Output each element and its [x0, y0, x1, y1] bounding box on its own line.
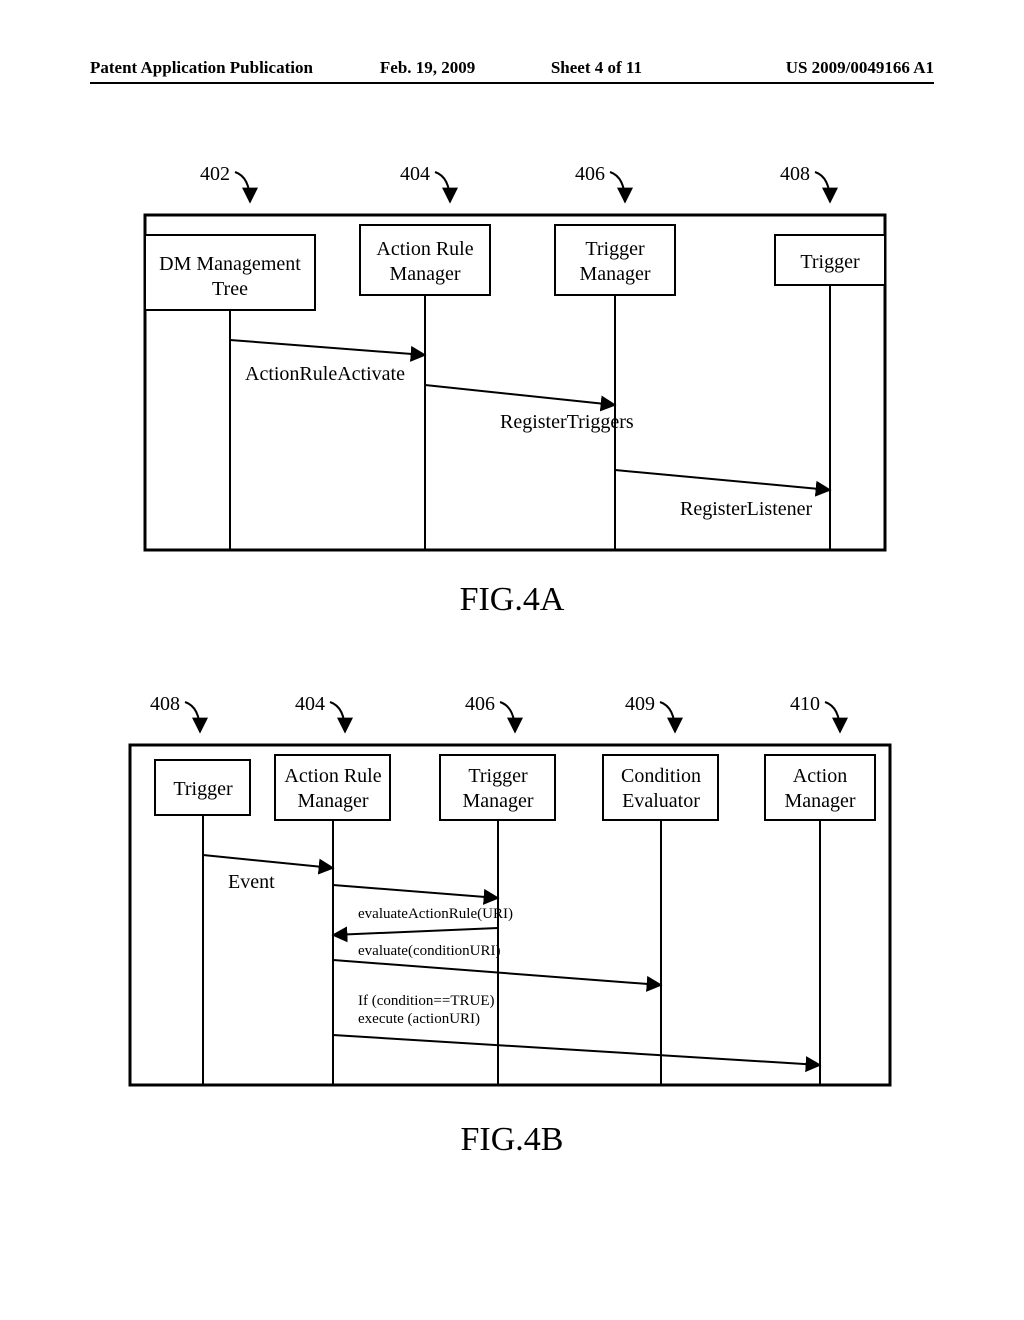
msg-actionruleactivate: ActionRuleActivate — [230, 340, 425, 385]
svg-text:Manager: Manager — [462, 790, 533, 812]
box-trigger-manager-a: Trigger Manager — [555, 225, 675, 295]
msg-registerlistener: RegisterListener — [615, 470, 830, 520]
msg-evaluateactionrule: evaluateActionRule(URI) — [333, 885, 513, 922]
ref-404: 404 — [400, 163, 450, 202]
svg-text:RegisterTriggers: RegisterTriggers — [500, 411, 634, 433]
msg-registertriggers: RegisterTriggers — [425, 385, 634, 433]
ref-406-b: 406 — [465, 693, 515, 732]
ref-402: 402 — [200, 163, 250, 202]
box-action-rule-manager-a: Action Rule Manager — [360, 225, 490, 295]
figure-4b: 408 404 406 409 410 Trigger Action Rul — [0, 660, 1024, 1180]
svg-text:404: 404 — [400, 163, 430, 185]
svg-text:Trigger: Trigger — [800, 251, 860, 273]
svg-text:Manager: Manager — [297, 790, 368, 812]
page: Patent Application Publication Feb. 19, … — [0, 0, 1024, 1320]
svg-text:Event: Event — [228, 871, 275, 893]
box-trigger-b: Trigger — [155, 760, 250, 815]
ref-408-b: 408 — [150, 693, 200, 732]
svg-text:Evaluator: Evaluator — [622, 790, 700, 812]
box-action-manager: Action Manager — [765, 755, 875, 820]
svg-text:Trigger: Trigger — [173, 778, 233, 800]
svg-text:Condition: Condition — [621, 765, 701, 787]
header-publication: Patent Application Publication — [90, 58, 343, 78]
svg-text:408: 408 — [150, 693, 180, 715]
figure-4a-caption: FIG.4A — [460, 581, 565, 618]
svg-text:Trigger: Trigger — [585, 238, 645, 260]
svg-text:Action Rule: Action Rule — [376, 238, 473, 260]
svg-text:410: 410 — [790, 693, 820, 715]
svg-text:402: 402 — [200, 163, 230, 185]
svg-text:Manager: Manager — [579, 263, 650, 285]
box-dm-management-tree: DM Management Tree — [145, 235, 315, 310]
svg-text:Manager: Manager — [389, 263, 460, 285]
svg-text:DM Management: DM Management — [159, 253, 301, 275]
figure-4b-caption: FIG.4B — [461, 1121, 564, 1158]
ref-409-b: 409 — [625, 693, 675, 732]
svg-text:evaluate(conditionURI): evaluate(conditionURI) — [358, 943, 500, 959]
box-trigger-manager-b: Trigger Manager — [440, 755, 555, 820]
box-condition-evaluator: Condition Evaluator — [603, 755, 718, 820]
svg-text:Trigger: Trigger — [468, 765, 528, 787]
svg-text:Action Rule: Action Rule — [284, 765, 381, 787]
ref-410-b: 410 — [790, 693, 840, 732]
svg-text:Tree: Tree — [212, 278, 248, 300]
svg-text:If (condition==TRUE): If (condition==TRUE) — [358, 993, 494, 1009]
box-action-rule-manager-b: Action Rule Manager — [275, 755, 390, 820]
header-pubno: US 2009/0049166 A1 — [681, 58, 934, 78]
svg-text:404: 404 — [295, 693, 325, 715]
box-trigger-a: Trigger — [775, 235, 885, 285]
svg-text:evaluateActionRule(URI): evaluateActionRule(URI) — [358, 906, 513, 922]
page-header: Patent Application Publication Feb. 19, … — [90, 58, 934, 84]
ref-404-b: 404 — [295, 693, 345, 732]
svg-text:RegisterListener: RegisterListener — [680, 498, 813, 520]
msg-execute-actionuri: If (condition==TRUE) execute (actionURI) — [333, 993, 820, 1065]
svg-text:406: 406 — [465, 693, 495, 715]
svg-text:ActionRuleActivate: ActionRuleActivate — [245, 363, 405, 385]
msg-event: Event — [203, 855, 333, 893]
header-sheet: Sheet 4 of 11 — [512, 58, 681, 78]
header-date: Feb. 19, 2009 — [343, 58, 512, 78]
svg-text:Manager: Manager — [784, 790, 855, 812]
svg-text:409: 409 — [625, 693, 655, 715]
svg-text:408: 408 — [780, 163, 810, 185]
svg-text:Action: Action — [793, 765, 847, 787]
svg-text:406: 406 — [575, 163, 605, 185]
svg-text:execute (actionURI): execute (actionURI) — [358, 1011, 480, 1027]
ref-406: 406 — [575, 163, 625, 202]
ref-408: 408 — [780, 163, 830, 202]
figure-4a: 402 404 406 408 DM Management Tree Actio… — [0, 130, 1024, 630]
